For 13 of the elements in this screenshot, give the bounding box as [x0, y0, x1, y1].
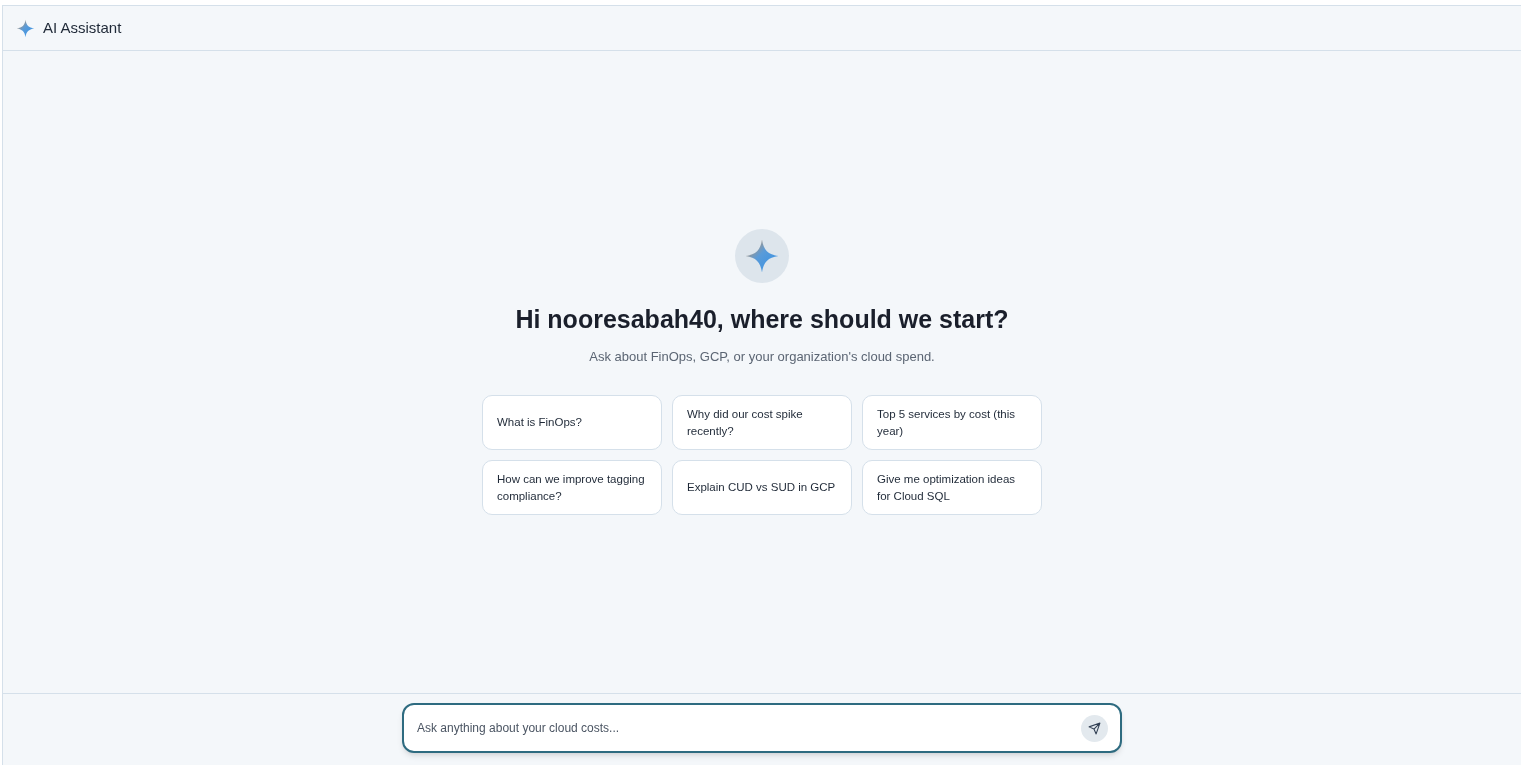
suggestion-card[interactable]: How can we improve tagging compliance? [482, 460, 662, 515]
suggestion-card[interactable]: What is FinOps? [482, 395, 662, 450]
suggestion-card[interactable]: Top 5 services by cost (this year) [862, 395, 1042, 450]
app-title: AI Assistant [43, 17, 122, 38]
sparkle-icon [16, 18, 35, 38]
message-input[interactable]: Ask anything about your cloud costs... [402, 703, 1122, 753]
welcome-subtitle: Ask about FinOps, GCP, or your organization's cloud spend. [589, 347, 935, 366]
suggestion-card[interactable]: Why did our cost spike recently? [672, 395, 852, 450]
welcome-heading: Hi nooresabah40, where should we start? [515, 304, 1009, 335]
suggestion-card[interactable]: Explain CUD vs SUD in GCP [672, 460, 852, 515]
sparkle-icon [744, 238, 780, 274]
send-icon [1088, 722, 1101, 735]
suggestion-card[interactable]: Give me optimization ideas for Cloud SQL [862, 460, 1042, 515]
